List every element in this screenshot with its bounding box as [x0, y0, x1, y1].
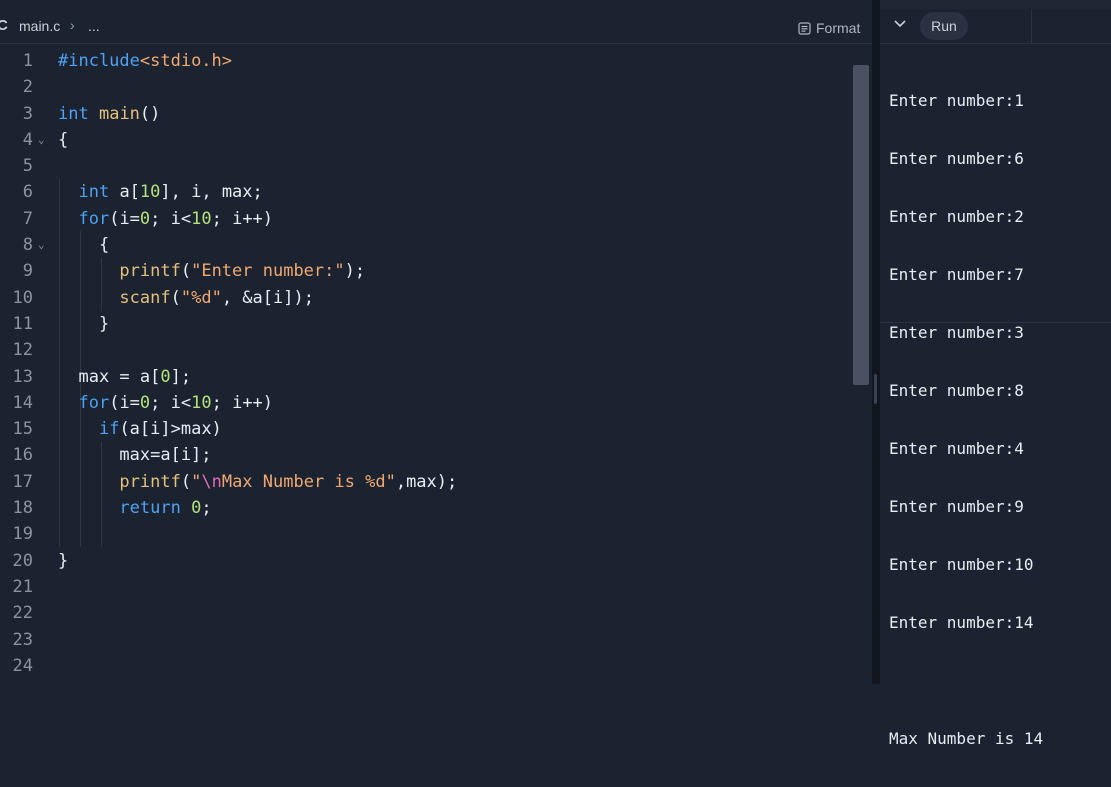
- line-number: 12: [12, 340, 33, 361]
- line-number-gutter: 1 2 3 4 ⌄ 5 6 7 8 ⌄ 9 10 11 12 13 14 15 16…: [0, 48, 54, 679]
- line-number: 19: [12, 524, 33, 545]
- line-number: 21: [12, 576, 33, 597]
- chevron-down-icon[interactable]: [892, 16, 908, 32]
- line-number: 1: [22, 51, 33, 71]
- format-icon: [798, 21, 811, 35]
- breadcrumb-more[interactable]: ...: [88, 18, 100, 34]
- output-line: Enter number:9: [889, 497, 1024, 516]
- line-number: 9: [22, 261, 33, 282]
- code-line: int a[10], i, max;: [78, 182, 263, 203]
- console-output: Enter number:1 Enter number:6 Enter numb…: [889, 53, 1043, 787]
- header-divider: [1031, 9, 1032, 43]
- editor-scrollbar-thumb[interactable]: [853, 65, 869, 385]
- console-pane: Run Enter number:1 Enter number:6 Enter …: [880, 9, 1111, 748]
- line-number: 22: [12, 603, 33, 624]
- format-button[interactable]: Format: [798, 18, 860, 38]
- code-line: }: [58, 313, 110, 334]
- line-number: 23: [12, 629, 33, 650]
- line-number: 5: [22, 156, 33, 177]
- code-line: {: [58, 129, 69, 150]
- output-line: Enter number:6: [889, 149, 1024, 168]
- run-button[interactable]: Run: [920, 12, 968, 40]
- output-line: Enter number:4: [889, 439, 1024, 458]
- line-number: 15: [12, 419, 33, 440]
- pane-resize-handle[interactable]: [872, 0, 880, 684]
- line-number: 6: [22, 182, 33, 203]
- console-header: Run: [880, 9, 1111, 44]
- line-number: 18: [12, 498, 33, 519]
- format-label: Format: [816, 20, 861, 36]
- line-number: 17: [12, 471, 33, 492]
- editor-header: C main.c › ... Format: [0, 9, 872, 44]
- code-line: {: [58, 235, 110, 256]
- line-number: 7: [22, 208, 33, 229]
- code-line: if(a[i]>max): [98, 419, 222, 440]
- code-line: for(i=0; i<10; i++): [78, 208, 274, 229]
- code-line: printf("\nMax Number is %d",max);: [119, 471, 458, 492]
- line-number: 16: [12, 445, 33, 466]
- line-number: 14: [12, 392, 33, 413]
- line-number: 10: [12, 287, 33, 308]
- file-name-tab[interactable]: main.c: [19, 18, 60, 34]
- code-area[interactable]: #include<stdio.h> int main() { int a[10]…: [58, 48, 850, 574]
- line-number: 2: [22, 77, 33, 98]
- breadcrumb-chevron-icon: ›: [70, 17, 75, 33]
- line-number: 13: [12, 366, 33, 387]
- line-number: 4 ⌄: [0, 127, 54, 153]
- output-line: Enter number:1: [889, 91, 1024, 110]
- output-line: Enter number:14: [889, 613, 1034, 632]
- line-number: 11: [12, 313, 33, 334]
- code-line: #include<stdio.h>: [58, 51, 233, 71]
- output-line: Enter number:3: [889, 323, 1024, 342]
- c-language-icon: C: [0, 17, 8, 34]
- line-number: 8 ⌄: [0, 232, 54, 258]
- code-editor-pane[interactable]: C main.c › ... Format 1 2 3 4 ⌄ 5 6 7 8 ⌄ …: [0, 0, 872, 684]
- code-line: max = a[0];: [58, 366, 192, 387]
- code-line: }: [58, 550, 69, 571]
- output-line: Enter number:2: [889, 207, 1024, 226]
- fold-chevron-icon[interactable]: ⌄: [38, 127, 45, 153]
- code-line: max=a[i];: [58, 445, 212, 466]
- code-line: printf("Enter number:");: [119, 261, 366, 282]
- output-line: Enter number:10: [889, 555, 1034, 574]
- code-line: return 0;: [119, 498, 212, 519]
- code-line: int main(): [58, 103, 161, 124]
- code-line: for(i=0; i<10; i++): [78, 392, 274, 413]
- output-divider: [880, 322, 1111, 323]
- code-line: scanf("%d", &a[i]);: [119, 287, 314, 308]
- output-line: Max Number is 14: [889, 729, 1044, 748]
- line-number: 20: [12, 550, 33, 571]
- line-number: 3: [22, 103, 33, 124]
- output-line: Enter number:8: [889, 381, 1024, 400]
- output-line: Enter number:7: [889, 265, 1024, 284]
- fold-chevron-icon[interactable]: ⌄: [38, 232, 45, 258]
- line-number: 24: [12, 655, 33, 676]
